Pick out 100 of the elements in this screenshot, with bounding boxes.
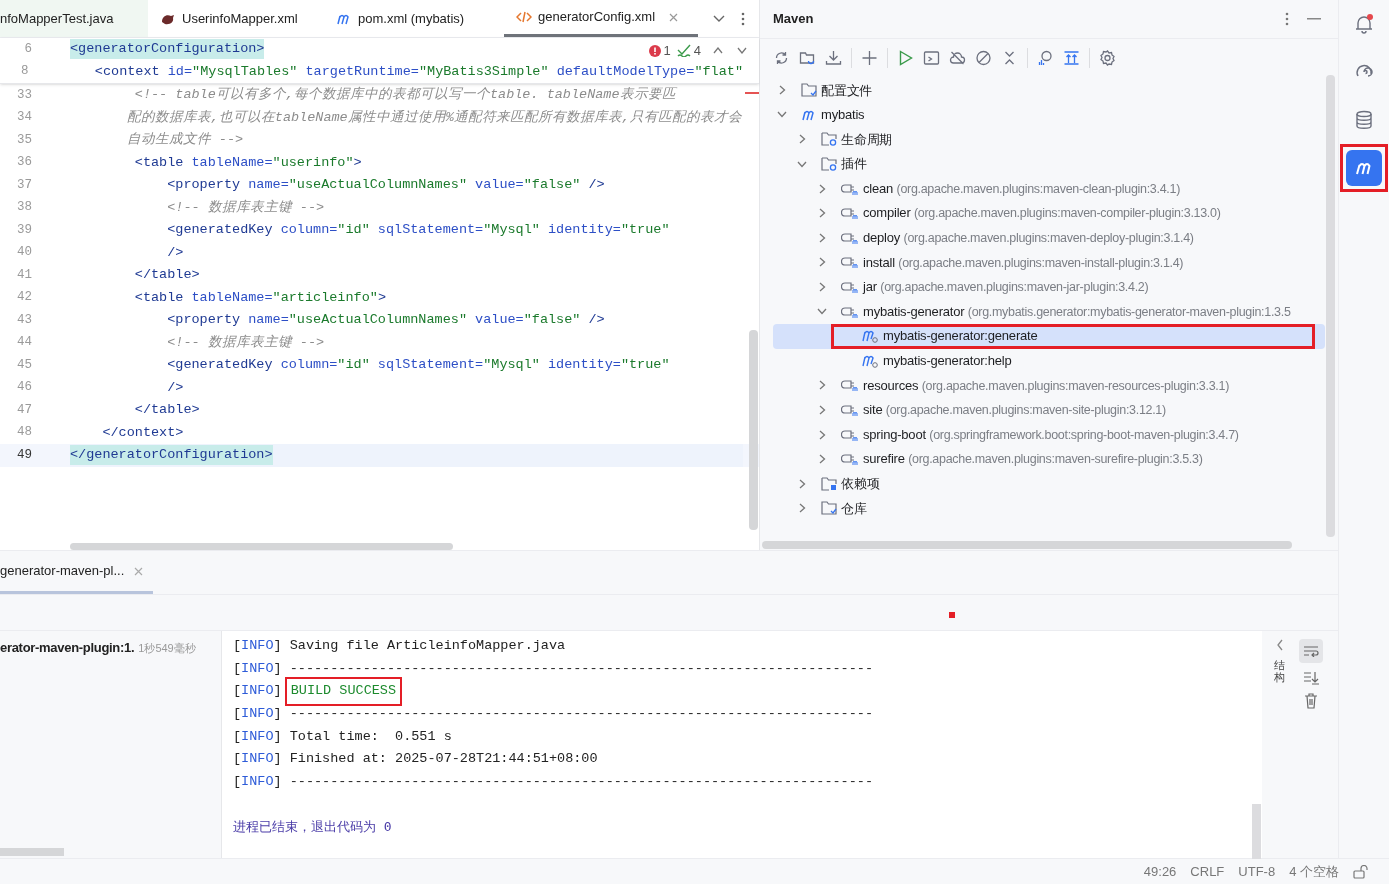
status-item[interactable]: 4 个空格 — [1289, 861, 1339, 882]
scroll-to-end-icon[interactable] — [1303, 671, 1319, 685]
database-icon[interactable] — [1355, 110, 1373, 130]
code-line: </context> — [101, 423, 185, 442]
warning-count[interactable]: 4 — [676, 41, 701, 61]
chevron-right-icon[interactable] — [817, 405, 827, 415]
chevron-right-icon[interactable] — [817, 232, 827, 243]
tree-item[interactable]: mybatis-generator:help — [773, 348, 1325, 374]
close-icon[interactable] — [134, 566, 144, 576]
chevron-right-icon[interactable] — [797, 478, 807, 489]
line-number: 44 — [16, 334, 32, 352]
run-tab[interactable]: generator-maven-pl... — [0, 551, 154, 594]
tree-item[interactable]: 插件 — [773, 151, 1325, 177]
console-icon[interactable] — [923, 49, 940, 66]
code-line: /> — [166, 243, 185, 262]
chevron-down-icon[interactable] — [713, 14, 725, 23]
tree-item[interactable]: site (org.apache.maven.plugins:maven-site-plugin:3.12.1) — [773, 397, 1325, 423]
maven-m-icon — [801, 108, 817, 121]
code-line: 配的数据库表,也可以在tableName属性中通过使用%通配符来匹配所有数据库表,只有匹配的表才会 — [125, 108, 743, 127]
status-item[interactable]: UTF-8 — [1238, 861, 1276, 882]
chevron-right-icon[interactable] — [817, 380, 827, 391]
plugin-icon — [841, 255, 859, 270]
analyze-icon[interactable] — [1037, 49, 1054, 66]
folder-sync-icon[interactable] — [799, 49, 816, 66]
vertical-scrollbar[interactable] — [1326, 75, 1335, 537]
status-item[interactable]: 49:26 — [1143, 861, 1177, 882]
chevron-down-icon[interactable] — [817, 308, 827, 316]
editor-tab[interactable]: pom.xml (mybatis) — [324, 0, 504, 37]
error-count[interactable]: 1 — [648, 41, 671, 61]
tree-item[interactable]: mybatis-generator:generate — [773, 323, 1325, 349]
settings-icon[interactable] — [1099, 49, 1116, 66]
tree-item[interactable]: 依赖项 — [773, 471, 1325, 497]
vertical-scrollbar[interactable] — [749, 330, 758, 530]
tree-item[interactable]: mybatis — [773, 102, 1325, 128]
run-icon[interactable] — [897, 49, 914, 66]
chevron-right-icon[interactable] — [797, 134, 807, 145]
line-number: 43 — [16, 311, 32, 329]
plus-icon[interactable] — [861, 49, 878, 66]
chevron-right-icon[interactable] — [817, 183, 827, 194]
chevron-down-icon[interactable] — [797, 160, 807, 168]
vertical-scrollbar[interactable] — [1252, 804, 1261, 859]
bell-icon[interactable] — [1354, 14, 1374, 34]
close-icon[interactable] — [669, 12, 679, 22]
code-line: </table> — [133, 401, 201, 420]
tree-item[interactable]: deploy (org.apache.maven.plugins:maven-deploy-plugin:3.1.4) — [773, 225, 1325, 251]
structure-tab[interactable]: 结构 — [1274, 659, 1285, 684]
code-line: <!-- 数据库表主键 --> — [166, 333, 326, 352]
tree-item[interactable]: compiler (org.apache.maven.plugins:maven-compiler-plugin:3.13.0) — [773, 200, 1325, 226]
run-task-item[interactable]: erator-maven-plugin:1. 1秒549毫秒 — [0, 631, 221, 665]
chevron-right-icon[interactable] — [817, 282, 827, 293]
chevron-down-icon[interactable] — [777, 111, 787, 119]
console-line: [INFO] ------------------------------------------------------------------------ — [233, 772, 874, 791]
line-number: 39 — [16, 221, 32, 239]
editor-tab[interactable]: generatorConfig.xml — [504, 0, 698, 37]
code-line: /> — [166, 378, 185, 397]
tree-item[interactable]: 生命周期 — [773, 127, 1325, 152]
tree-item[interactable]: spring-boot (org.springframework.boot:spring-boot-maven-plugin:3.4.7) — [773, 422, 1325, 447]
folder-icon — [801, 83, 817, 98]
chevron-right-icon[interactable] — [817, 454, 827, 465]
editor-tab[interactable]: nfoMapperTest.java — [0, 0, 148, 37]
editor-tab[interactable]: UserinfoMapper.xml — [148, 0, 324, 37]
chevron-right-icon[interactable] — [817, 429, 827, 440]
plugin-icon — [841, 181, 859, 196]
tree-item[interactable]: clean (org.apache.maven.plugins:maven-clean-plugin:3.4.1) — [773, 176, 1325, 201]
chevron-right-icon[interactable] — [817, 257, 827, 268]
plugin-icon — [841, 452, 859, 467]
soft-wrap-button[interactable] — [1299, 639, 1323, 663]
skip-icon[interactable] — [975, 49, 992, 66]
code-line: <!-- table可以有多个,每个数据库中的表都可以写一个table. tableName表示要匹 — [133, 85, 678, 105]
tree-item[interactable]: install (org.apache.maven.plugins:maven-install-plugin:3.1.4) — [773, 250, 1325, 275]
code-line: <table tableName="articleinfo"> — [133, 288, 387, 307]
chevron-right-icon[interactable] — [797, 503, 807, 514]
align-top-icon[interactable] — [1063, 49, 1080, 66]
chevron-right-icon[interactable] — [777, 85, 787, 96]
tree-item[interactable]: 仓库 — [773, 496, 1325, 521]
chevron-left-icon[interactable] — [1275, 639, 1284, 651]
chevron-down-icon[interactable] — [737, 47, 747, 55]
more-icon[interactable] — [741, 11, 745, 26]
tool-window-button[interactable] — [1346, 150, 1382, 186]
horizontal-scrollbar[interactable] — [70, 542, 453, 550]
cloud-off-icon[interactable] — [949, 49, 966, 66]
refresh-icon[interactable] — [773, 49, 790, 66]
horizontal-scrollbar[interactable] — [0, 848, 64, 856]
chevron-up-icon[interactable] — [713, 47, 723, 55]
horizontal-scrollbar[interactable] — [762, 541, 1292, 549]
console-line: [INFO] ------------------------------------------------------------------------ — [233, 659, 874, 678]
more-icon[interactable] — [1285, 12, 1289, 26]
line-number: 46 — [16, 379, 32, 397]
line-number: 36 — [16, 154, 32, 172]
trash-icon[interactable] — [1304, 693, 1318, 709]
status-item[interactable]: CRLF — [1190, 861, 1225, 882]
panel-title: Maven — [773, 10, 814, 29]
chevron-right-icon[interactable] — [817, 208, 827, 219]
tree-item[interactable]: 配置文件 — [773, 78, 1325, 103]
tree-item[interactable]: mybatis-generator (org.mybatis.generator:mybatis-generator-maven-plugin:1.3.5 — [773, 299, 1325, 324]
lock-icon[interactable] — [1353, 864, 1369, 879]
tree-item[interactable]: jar (org.apache.maven.plugins:maven-jar-plugin:3.4.2) — [773, 274, 1325, 300]
download-icon[interactable] — [825, 49, 842, 66]
tree-item[interactable]: surefire (org.apache.maven.plugins:maven-surefire-plugin:3.5.3) — [773, 446, 1325, 472]
tree-item[interactable]: resources (org.apache.maven.plugins:maven-resources-plugin:3.3.1) — [773, 373, 1325, 398]
